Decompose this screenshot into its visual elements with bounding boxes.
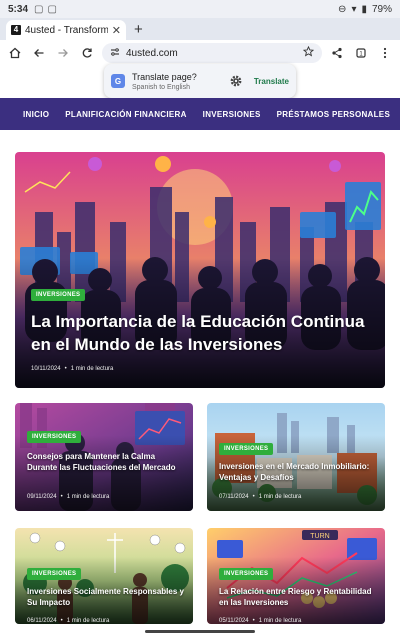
article-meta: 10/11/2024 • 1 min de lectura <box>31 366 113 372</box>
article-date: 10/11/2024 <box>31 366 61 372</box>
battery-level: 79% <box>371 3 392 15</box>
translate-subtitle: Spanish to English <box>132 83 190 91</box>
battery-icon: ▮ <box>361 3 367 15</box>
category-badge[interactable]: INVERSIONES <box>27 431 82 443</box>
category-badge[interactable]: INVERSIONES <box>219 443 274 455</box>
article-meta: 07/11/2024 • 1 min de lectura <box>219 494 301 500</box>
forward-icon[interactable] <box>54 44 72 62</box>
featured-article-card[interactable]: INVERSIONES La Importancia de la Educaci… <box>15 152 385 388</box>
category-badge[interactable]: INVERSIONES <box>27 568 82 580</box>
reading-time: 1 min de lectura <box>258 494 302 500</box>
reload-icon[interactable] <box>78 44 96 62</box>
article-date: 09/11/2024 <box>27 494 57 500</box>
tab-strip: 4 4usted - Transforme sus fi ✕ + <box>0 18 400 40</box>
reading-time: 1 min de lectura <box>70 366 114 372</box>
site-favicon-icon: 4 <box>11 25 21 35</box>
share-icon[interactable] <box>328 44 346 62</box>
article-meta: 05/11/2024 • 1 min de lectura <box>219 618 301 624</box>
article-title[interactable]: Consejos para Mantener la Calma Durante … <box>27 451 187 473</box>
more-menu-icon[interactable] <box>376 44 394 62</box>
article-date: 05/11/2024 <box>219 618 249 624</box>
nav-item-planificacion-financiera[interactable]: PLANIFICACIÓN FINANCIERA <box>65 110 186 119</box>
meta-separator: • <box>64 366 67 372</box>
close-tab-icon[interactable]: ✕ <box>112 24 121 37</box>
status-time: 5:34 <box>8 3 29 15</box>
nav-item-prestamos-personales[interactable]: PRÉSTAMOS PERSONALES <box>277 110 390 119</box>
translate-icon: G <box>111 74 125 88</box>
article-meta: 06/11/2024 • 1 min de lectura <box>27 618 109 624</box>
bookmark-star-icon[interactable] <box>302 45 315 60</box>
site-settings-icon[interactable] <box>110 47 120 60</box>
new-tab-button[interactable]: + <box>134 21 143 38</box>
main-navigation: INICIO PLANIFICACIÓN FINANCIERA INVERSIO… <box>0 98 400 130</box>
meta-separator: • <box>252 618 255 624</box>
translate-title: Translate page? <box>132 71 197 82</box>
article-date: 06/11/2024 <box>27 618 57 624</box>
tab-switcher-icon[interactable]: 1 <box>352 44 370 62</box>
browser-tab[interactable]: 4 4usted - Transforme sus fi ✕ <box>6 20 126 40</box>
notification-icon: ▢ <box>34 3 44 15</box>
article-title[interactable]: Inversiones Socialmente Responsables y S… <box>27 586 187 608</box>
article-card[interactable]: INVERSIONES Inversiones Socialmente Resp… <box>15 528 193 624</box>
status-bar: 5:34 ▢ ▢ ⊖ ▾ ▮ 79% <box>0 0 400 18</box>
category-badge[interactable]: INVERSIONES <box>219 568 274 580</box>
address-bar[interactable]: 4usted.com <box>102 43 322 63</box>
reading-time: 1 min de lectura <box>66 618 110 624</box>
nav-item-inversiones[interactable]: INVERSIONES <box>203 110 261 119</box>
nav-item-inicio[interactable]: INICIO <box>23 110 49 119</box>
featured-article-title[interactable]: La Importancia de la Educación Continua … <box>31 310 381 356</box>
meta-separator: • <box>60 494 63 500</box>
translate-popup: G Translate page? Spanish to English Tra… <box>104 64 296 98</box>
article-card[interactable]: INVERSIONES Consejos para Mantener la Ca… <box>15 403 193 511</box>
translate-button[interactable]: Translate <box>254 77 289 86</box>
dnd-icon: ⊖ <box>338 3 347 15</box>
meta-separator: • <box>252 494 255 500</box>
svg-text:1: 1 <box>359 51 363 57</box>
article-card[interactable]: TURN INVERSIONES La Relación entre Riesg… <box>207 528 385 624</box>
reading-time: 1 min de lectura <box>258 618 302 624</box>
reading-time: 1 min de lectura <box>66 494 110 500</box>
tab-title: 4usted - Transforme sus fi <box>25 24 108 36</box>
category-badge[interactable]: INVERSIONES <box>31 289 86 301</box>
article-date: 07/11/2024 <box>219 494 249 500</box>
article-title[interactable]: Inversiones en el Mercado Inmobiliario: … <box>219 461 379 483</box>
back-icon[interactable] <box>30 44 48 62</box>
meta-separator: • <box>60 618 63 624</box>
wifi-icon: ▾ <box>351 3 357 15</box>
notification-icon: ▢ <box>47 3 57 15</box>
home-icon[interactable] <box>6 44 24 62</box>
gesture-navigation-bar[interactable] <box>145 630 255 633</box>
article-card[interactable]: INVERSIONES Inversiones en el Mercado In… <box>207 403 385 511</box>
url-text: 4usted.com <box>126 47 178 59</box>
browser-toolbar: 4usted.com 1 <box>0 40 400 66</box>
gear-icon[interactable] <box>229 74 243 88</box>
article-meta: 09/11/2024 • 1 min de lectura <box>27 494 109 500</box>
article-title[interactable]: La Relación entre Riesgo y Rentabilidad … <box>219 586 379 608</box>
